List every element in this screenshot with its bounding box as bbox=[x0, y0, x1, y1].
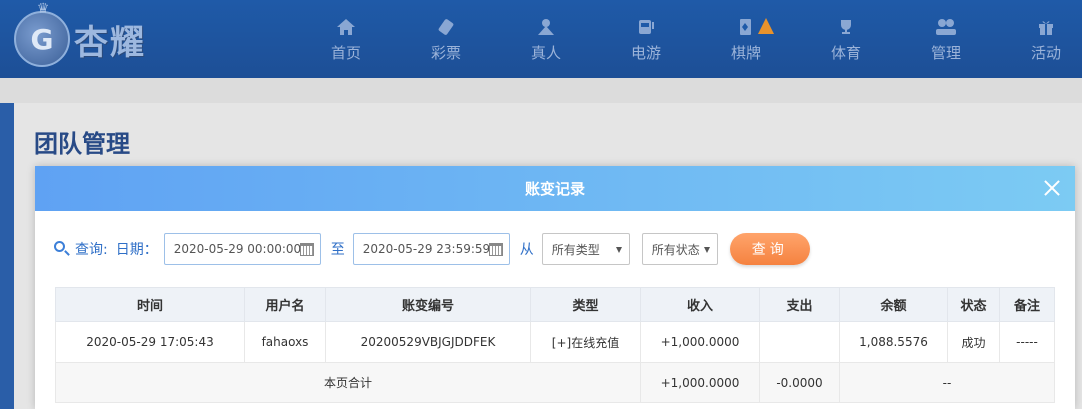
nav-label: 电游 bbox=[630, 43, 661, 62]
calendar-icon[interactable] bbox=[488, 243, 503, 256]
page-title: 团队管理 bbox=[34, 130, 130, 158]
modal-title: 账变记录 bbox=[524, 180, 585, 198]
cell-balance: 1,088.5576 bbox=[839, 321, 948, 363]
records-table: 时间 用户名 账变编号 类型 收入 支出 余额 状态 备注 2020-05-29… bbox=[55, 287, 1055, 403]
slot-machine-icon bbox=[635, 16, 657, 38]
nav-item-promo[interactable]: 活动 bbox=[996, 0, 1082, 78]
nav-item-sports[interactable]: 体育 bbox=[796, 0, 896, 78]
cell-type: [+]在线充值 bbox=[530, 321, 641, 363]
logo-mark-letter: G bbox=[30, 22, 54, 56]
date-label: 日期： bbox=[115, 242, 158, 258]
start-date-input[interactable]: 2020-05-29 00:00:00 bbox=[163, 233, 321, 265]
chevron-down-icon bbox=[615, 247, 622, 253]
trophy-icon bbox=[835, 16, 857, 38]
cell-username: fahaoxs bbox=[244, 321, 326, 363]
nav-label: 彩票 bbox=[430, 43, 461, 62]
users-icon bbox=[935, 16, 957, 38]
column-header: 类型 bbox=[530, 287, 641, 322]
table-row: 2020-05-29 17:05:43 fahaoxs 20200529VBJG… bbox=[55, 321, 1055, 363]
live-dealer-icon bbox=[535, 16, 557, 38]
start-date-value: 2020-05-29 00:00:00 bbox=[173, 242, 302, 256]
nav-label: 首页 bbox=[330, 43, 361, 62]
query-label: 查询: bbox=[75, 242, 108, 258]
column-header: 时间 bbox=[55, 287, 245, 322]
type-select-value: 所有类型 bbox=[551, 242, 600, 257]
nav-item-lottery[interactable]: 彩票 bbox=[396, 0, 496, 78]
crown-icon: ♛ bbox=[36, 1, 50, 17]
side-strip bbox=[0, 103, 14, 409]
gift-icon bbox=[1035, 16, 1057, 38]
type-select[interactable]: 所有类型 bbox=[541, 233, 630, 265]
query-button[interactable]: 查询 bbox=[729, 233, 810, 265]
nav-label: 真人 bbox=[530, 43, 561, 62]
total-income: +1,000.0000 bbox=[640, 362, 760, 403]
modal-header: 账变记录 bbox=[35, 166, 1075, 211]
column-header: 状态 bbox=[947, 287, 1000, 322]
from-label: 从 bbox=[519, 242, 534, 258]
column-header: 余额 bbox=[839, 287, 948, 322]
total-expense: -0.0000 bbox=[759, 362, 840, 403]
top-navbar: ♛ G 杏耀 首页 彩票 真人 电游 棋牌 体育 管理 活动 bbox=[0, 0, 1082, 78]
calendar-icon[interactable] bbox=[299, 243, 314, 256]
cell-income: +1,000.0000 bbox=[640, 321, 760, 363]
cell-time: 2020-05-29 17:05:43 bbox=[55, 321, 245, 363]
nav-item-manage[interactable]: 管理 bbox=[896, 0, 996, 78]
table-total-row: 本页合计 +1,000.0000 -0.0000 -- bbox=[55, 362, 1055, 403]
column-header: 用户名 bbox=[244, 287, 326, 322]
brand-logo[interactable]: ♛ G 杏耀 bbox=[14, 2, 164, 72]
status-select-value: 所有状态 bbox=[651, 242, 700, 257]
column-header: 账变编号 bbox=[325, 287, 531, 322]
to-label: 至 bbox=[330, 242, 345, 258]
brand-name: 杏耀 bbox=[74, 22, 146, 63]
hot-badge-icon bbox=[758, 18, 774, 34]
close-icon[interactable] bbox=[1041, 177, 1063, 199]
search-icon bbox=[53, 240, 71, 258]
cell-expense bbox=[759, 321, 840, 363]
end-date-input[interactable]: 2020-05-29 23:59:59 bbox=[352, 233, 510, 265]
nav-item-home[interactable]: 首页 bbox=[296, 0, 396, 78]
total-label: 本页合计 bbox=[55, 362, 641, 403]
home-icon bbox=[335, 16, 357, 38]
table-header-row: 时间 用户名 账变编号 类型 收入 支出 余额 状态 备注 bbox=[55, 287, 1055, 322]
nav-item-slots[interactable]: 电游 bbox=[596, 0, 696, 78]
cell-transaction-id: 20200529VBJGJDDFEK bbox=[325, 321, 531, 363]
nav-label: 体育 bbox=[830, 43, 861, 62]
column-header: 备注 bbox=[999, 287, 1055, 322]
nav-label: 棋牌 bbox=[730, 43, 761, 62]
column-header: 支出 bbox=[759, 287, 840, 322]
cell-remark: ----- bbox=[999, 321, 1055, 363]
card-game-icon bbox=[735, 16, 757, 38]
query-bar: 查询: 日期： 2020-05-29 00:00:00 至 2020-05-29… bbox=[53, 233, 810, 265]
column-header: 收入 bbox=[640, 287, 760, 322]
total-balance: -- bbox=[839, 362, 1055, 403]
status-select[interactable]: 所有状态 bbox=[641, 233, 718, 265]
nav-label: 管理 bbox=[930, 43, 961, 62]
main-nav: 首页 彩票 真人 电游 棋牌 体育 管理 活动 bbox=[296, 0, 1082, 78]
lottery-icon bbox=[435, 16, 457, 38]
logo-emblem: ♛ G bbox=[14, 2, 70, 67]
transaction-records-modal: 账变记录 查询: 日期： 2020-05-29 00:00:00 至 2020-… bbox=[35, 166, 1075, 409]
chevron-down-icon bbox=[703, 247, 710, 253]
nav-item-live[interactable]: 真人 bbox=[496, 0, 596, 78]
end-date-value: 2020-05-29 23:59:59 bbox=[362, 242, 491, 256]
nav-item-cards[interactable]: 棋牌 bbox=[696, 0, 796, 78]
cell-status: 成功 bbox=[947, 321, 1000, 363]
nav-label: 活动 bbox=[1030, 43, 1061, 62]
